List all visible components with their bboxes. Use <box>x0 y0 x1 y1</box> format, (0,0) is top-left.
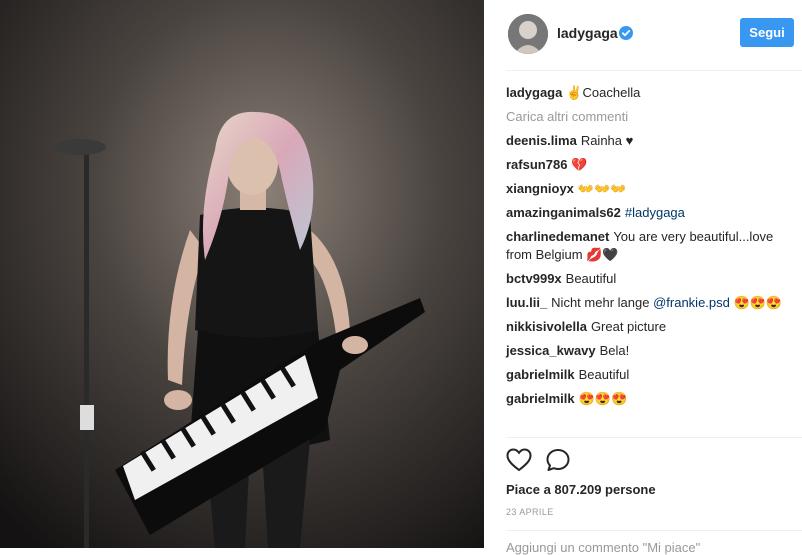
avatar[interactable] <box>508 14 548 54</box>
comment-item: xiangnioyx 👐👐👐 <box>506 180 796 198</box>
username-link[interactable]: ladygaga <box>557 25 618 41</box>
comment-username[interactable]: charlinedemanet <box>506 229 609 244</box>
comment-text: 👐👐👐 <box>577 181 627 196</box>
comment-username[interactable]: deenis.lima <box>506 133 577 148</box>
follow-button[interactable]: Segui <box>740 18 794 47</box>
comment-mention-link[interactable]: @frankie.psd <box>653 295 730 310</box>
verified-badge-icon <box>619 26 633 40</box>
comment-item: amazinganimals62 #ladygaga <box>506 204 796 222</box>
comment-emoji: 😍😍😍 <box>733 295 783 310</box>
comment-text: 💔 <box>571 157 588 172</box>
likes-count[interactable]: Piace a 807.209 persone <box>506 482 656 497</box>
heart-icon[interactable] <box>506 448 532 472</box>
add-comment-divider <box>506 530 802 531</box>
comment-username[interactable]: nikkisivolella <box>506 319 587 334</box>
comment-item: nikkisivolella Great picture <box>506 318 796 336</box>
comment-username[interactable]: gabrielmilk <box>506 367 575 382</box>
comment-text: Beautiful <box>578 367 630 382</box>
comment-text: Rainha ♥ <box>580 133 634 148</box>
comment-username[interactable]: amazinganimals62 <box>506 205 621 220</box>
comment-username[interactable]: gabrielmilk <box>506 391 575 406</box>
comment-text: Bela! <box>599 343 630 358</box>
comments-list: ladygaga ✌Coachella Carica altri commenti… <box>506 84 796 414</box>
post-side-panel: ladygaga Segui ladygaga ✌Coachella Carica… <box>484 0 802 555</box>
comment-item: jessica_kwavy Bela! <box>506 342 796 360</box>
comment-text: 😍😍😍 <box>578 391 628 406</box>
comment-item: gabrielmilk Beautiful <box>506 366 796 384</box>
post-header: ladygaga Segui <box>484 0 802 70</box>
comment-username[interactable]: jessica_kwavy <box>506 343 596 358</box>
comment-item: bctv999x Beautiful <box>506 270 796 288</box>
comment-text: Beautiful <box>565 271 617 286</box>
load-more-comments-link[interactable]: Carica altri commenti <box>506 108 796 126</box>
concert-photo <box>0 0 484 548</box>
comment-item: deenis.lima Rainha ♥ <box>506 132 796 150</box>
actions-divider <box>506 437 802 438</box>
comment-icon[interactable] <box>545 448 571 472</box>
avatar-image <box>508 14 548 54</box>
comment-hashtag-link[interactable]: #ladygaga <box>625 205 685 220</box>
post-date: 23 APRILE <box>506 507 554 517</box>
comment-item: charlinedemanet You are very beautiful...… <box>506 228 796 264</box>
comment-username[interactable]: xiangnioyx <box>506 181 574 196</box>
comment-username[interactable]: luu.lii_ <box>506 295 547 310</box>
comment-item: gabrielmilk 😍😍😍 <box>506 390 796 408</box>
comment-username[interactable]: rafsun786 <box>506 157 567 172</box>
comment-text: Great picture <box>590 319 667 334</box>
post-photo[interactable] <box>0 0 484 548</box>
comment-username[interactable]: bctv999x <box>506 271 562 286</box>
comment-item: luu.lii_ Nicht mehr lange @frankie.psd 😍😍… <box>506 294 796 312</box>
caption: ladygaga ✌Coachella <box>506 84 796 102</box>
comment-item: rafsun786 💔 <box>506 156 796 174</box>
comment-text: Nicht mehr lange <box>551 295 650 310</box>
caption-username[interactable]: ladygaga <box>506 85 562 100</box>
header-divider <box>506 70 802 71</box>
caption-text: ✌Coachella <box>566 85 641 100</box>
